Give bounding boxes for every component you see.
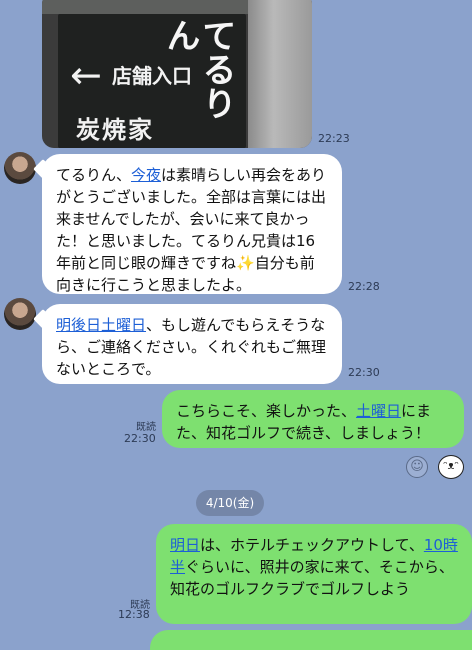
message-time: 22:30 — [348, 366, 380, 379]
reaction-add-icon[interactable]: ☺ — [406, 456, 428, 478]
message-time: 22:28 — [348, 280, 380, 293]
message-time: 12:38 — [118, 608, 150, 621]
date-separator: 4/10(金) — [196, 490, 264, 516]
bubble-tail — [33, 309, 53, 329]
sticker-face-icon[interactable]: ᵔᴥᵔ — [438, 455, 464, 479]
sign-arrow-icon: ← — [70, 53, 102, 97]
message-text: 明後日土曜日、もし遊んでもらえそうなら、ご連絡ください。くれぐれもご無理ないとこ… — [56, 316, 326, 378]
message-time: 22:23 — [318, 132, 350, 145]
message-text-segment: ぐらいに、照井の家に来て、そこから、知花のゴルフクラブでゴルフしよう — [170, 558, 454, 598]
incoming-message-bubble[interactable]: てるりん、今夜は素晴らしい再会をありがとうございました。全部は言葉には出来ません… — [33, 154, 342, 294]
message-text-segment: てるりん、 — [56, 166, 132, 184]
photo-message[interactable]: ← 店舗入口 てるりん 炭焼家 — [42, 0, 312, 148]
message-text: 明日は、ホテルチェックアウトして、10時半ぐらいに、照井の家に来て、そこから、知… — [170, 536, 458, 598]
message-text: こちらこそ、楽しかった、土曜日にまた、知花ゴルフで続き、しましょう！ — [176, 402, 431, 442]
message-text-segment: は、ホテルチェックアウトして、 — [200, 536, 424, 554]
message-link[interactable]: 明後日土曜日 — [56, 316, 146, 334]
message-link[interactable]: 土曜日 — [356, 402, 401, 420]
outgoing-message-bubble[interactable]: 明日は、ホテルチェックアウトして、10時半ぐらいに、照井の家に来て、そこから、知… — [156, 524, 472, 624]
message-time: 22:30 — [124, 432, 156, 445]
outgoing-message-bubble[interactable]: こちらこそ、楽しかった、土曜日にまた、知花ゴルフで続き、しましょう！ — [162, 390, 464, 448]
read-receipt: 既読 — [136, 422, 156, 433]
avatar[interactable] — [4, 152, 36, 184]
sign-bottom-text: 炭焼家 — [76, 116, 154, 144]
photo-wall — [248, 0, 312, 148]
sign-kana-text: てるりん — [160, 18, 236, 120]
message-link[interactable]: 今夜 — [131, 166, 161, 184]
bubble-tail — [33, 159, 53, 179]
incoming-message-bubble[interactable]: 明後日土曜日、もし遊んでもらえそうなら、ご連絡ください。くれぐれもご無理ないとこ… — [33, 304, 342, 384]
message-link[interactable]: 明日 — [170, 536, 200, 554]
next-message-bubble-partial[interactable] — [150, 630, 472, 650]
message-text-segment: こちらこそ、楽しかった、 — [176, 402, 357, 420]
avatar[interactable] — [4, 298, 36, 330]
message-text: てるりん、今夜は素晴らしい再会をありがとうございました。全部は言葉には出来ません… — [56, 166, 326, 294]
sparkle-emoji: ✨ — [236, 254, 255, 272]
